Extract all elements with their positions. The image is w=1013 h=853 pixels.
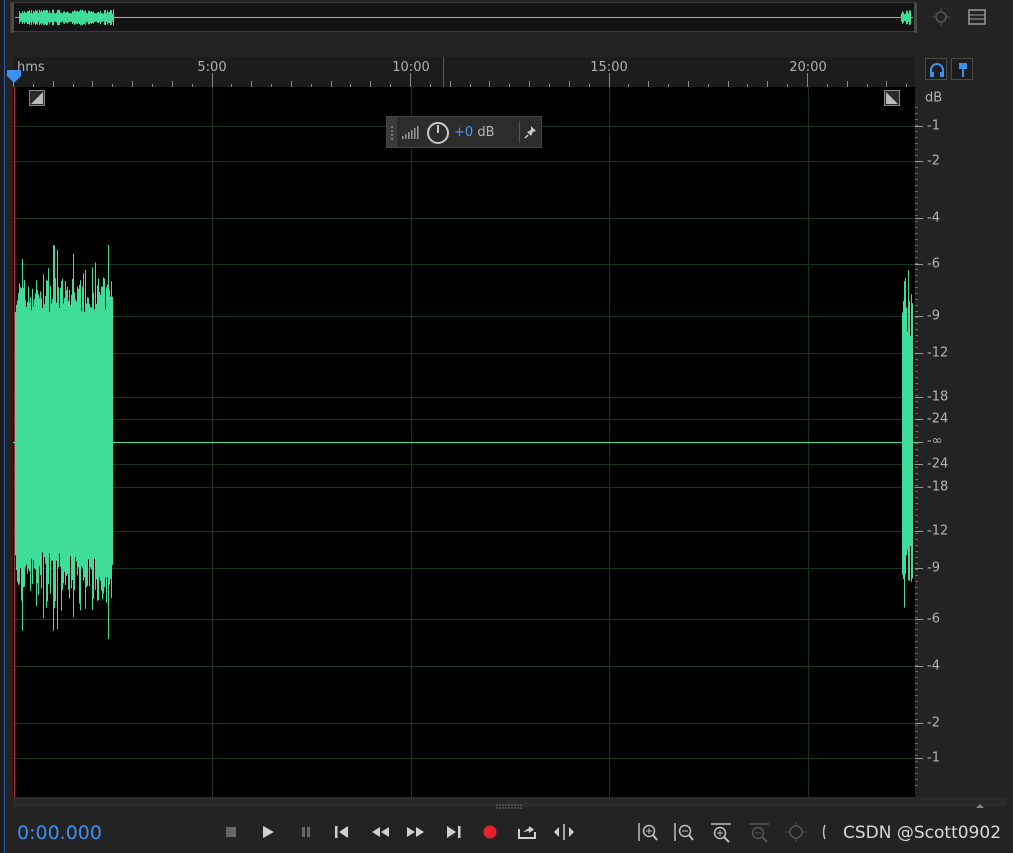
db-label: -12 (927, 345, 949, 361)
marker-button[interactable] (951, 58, 973, 80)
zoom-in-amplitude-icon (638, 823, 658, 841)
horizontal-scrollbar[interactable] (13, 797, 1007, 809)
overview-waveform (11, 3, 917, 33)
overview-menu-icon[interactable] (966, 7, 988, 27)
zoom-to-selection-icon[interactable] (930, 7, 952, 27)
db-label: -24 (927, 456, 949, 472)
volume-knob-icon[interactable] (426, 121, 450, 145)
db-label: -6 (927, 256, 940, 272)
overview-handle (11, 3, 14, 33)
zoom-out-amplitude-icon (674, 823, 694, 841)
left-panel-divider (4, 0, 5, 853)
monitor-button[interactable] (925, 58, 947, 80)
zoom-in-time-button[interactable] (709, 821, 733, 843)
volume-bars-icon (402, 126, 419, 139)
zoom-to-selection-graphic (932, 8, 950, 26)
zoom-to-selection-button[interactable] (819, 821, 843, 843)
db-label: -18 (927, 479, 949, 495)
hud-divider (519, 121, 520, 143)
fast-forward-button[interactable] (404, 821, 428, 843)
ruler-tick-label: 5:00 (197, 60, 227, 75)
rewind-icon (372, 827, 389, 837)
zoom-in-amplitude-button[interactable] (636, 821, 660, 843)
overview-strip[interactable] (10, 2, 917, 33)
skip-selection-button[interactable] (552, 821, 576, 843)
ruler-tick-label: 10:00 (392, 60, 430, 75)
play-button[interactable] (256, 821, 280, 843)
db-label: -24 (927, 411, 949, 427)
pause-button[interactable] (294, 821, 318, 843)
waveform-canvas (13, 87, 915, 797)
zoom-in-time-icon (711, 823, 731, 843)
headphones-icon (930, 63, 944, 77)
db-label: -6 (927, 611, 940, 627)
zoom-out-full-button[interactable] (784, 821, 808, 843)
volume-readout[interactable]: +0 dB (454, 125, 494, 140)
scrollbar-grip (496, 804, 984, 809)
fade-in-handle-icon[interactable] (29, 90, 45, 106)
fast-forward-icon (407, 827, 424, 837)
db-label: -1 (927, 118, 940, 134)
rewind-button[interactable] (368, 821, 392, 843)
waveform-display[interactable] (13, 87, 915, 797)
ruler-ticks (13, 57, 907, 87)
db-label: -9 (927, 308, 940, 324)
waveform-segment-core (15, 331, 112, 553)
db-unit-label: dB (925, 90, 943, 106)
record-button[interactable] (478, 821, 502, 843)
zoom-out-amplitude-button[interactable] (672, 821, 696, 843)
zoom-out-time-icon (749, 823, 769, 843)
db-label: -1 (927, 750, 940, 766)
skip-forward-icon (447, 826, 461, 838)
overview-menu-graphic (968, 9, 986, 25)
current-time-display[interactable]: 0:00.000 (17, 822, 102, 844)
loop-icon (518, 826, 536, 839)
db-label: -2 (927, 153, 940, 169)
zoom-selection-bracket-icon (822, 824, 826, 840)
fade-out-handle-icon[interactable] (884, 90, 900, 106)
stop-icon (226, 827, 236, 837)
pin-marker-icon (959, 63, 967, 77)
db-label: -4 (927, 658, 940, 674)
loop-playback-button[interactable] (515, 821, 539, 843)
pin-hud-icon[interactable] (524, 125, 538, 139)
move-to-next-button[interactable] (442, 821, 466, 843)
time-ruler[interactable]: hms 5:00 10:00 15:00 20:00 (13, 57, 915, 87)
db-label: -9 (927, 560, 940, 576)
pause-icon (302, 827, 310, 837)
db-label: -2 (927, 715, 940, 731)
watermark-text: CSDN @Scott0902 (843, 823, 1002, 843)
db-label: -18 (927, 389, 949, 405)
play-icon (263, 826, 274, 838)
overview-handle (914, 3, 917, 33)
volume-unit: dB (477, 125, 495, 140)
grip-dots-icon (391, 126, 393, 140)
volume-value: +0 (454, 125, 474, 140)
waveform-segment-core (902, 357, 912, 527)
db-scale: dB -1 -2 -4 -6 -9 -12 -18 -24 -∞ -24 -18… (915, 87, 1007, 797)
ruler-tick-label: 20:00 (789, 60, 827, 75)
db-label: -4 (927, 210, 940, 226)
zoom-out-time-button[interactable] (747, 821, 771, 843)
move-to-previous-button[interactable] (330, 821, 354, 843)
skip-selection-icon (554, 824, 574, 840)
skip-back-icon (335, 826, 348, 838)
record-icon (483, 825, 497, 839)
db-label-center: -∞ (927, 433, 943, 449)
playhead-marker-icon[interactable] (6, 68, 22, 84)
hud-grip[interactable] (387, 117, 397, 147)
stop-button[interactable] (219, 821, 243, 843)
zoom-out-full-icon (786, 822, 806, 842)
db-label: -12 (927, 523, 949, 539)
volume-hud[interactable]: +0 dB (386, 116, 542, 148)
ruler-tick-label: 15:00 (590, 60, 628, 75)
